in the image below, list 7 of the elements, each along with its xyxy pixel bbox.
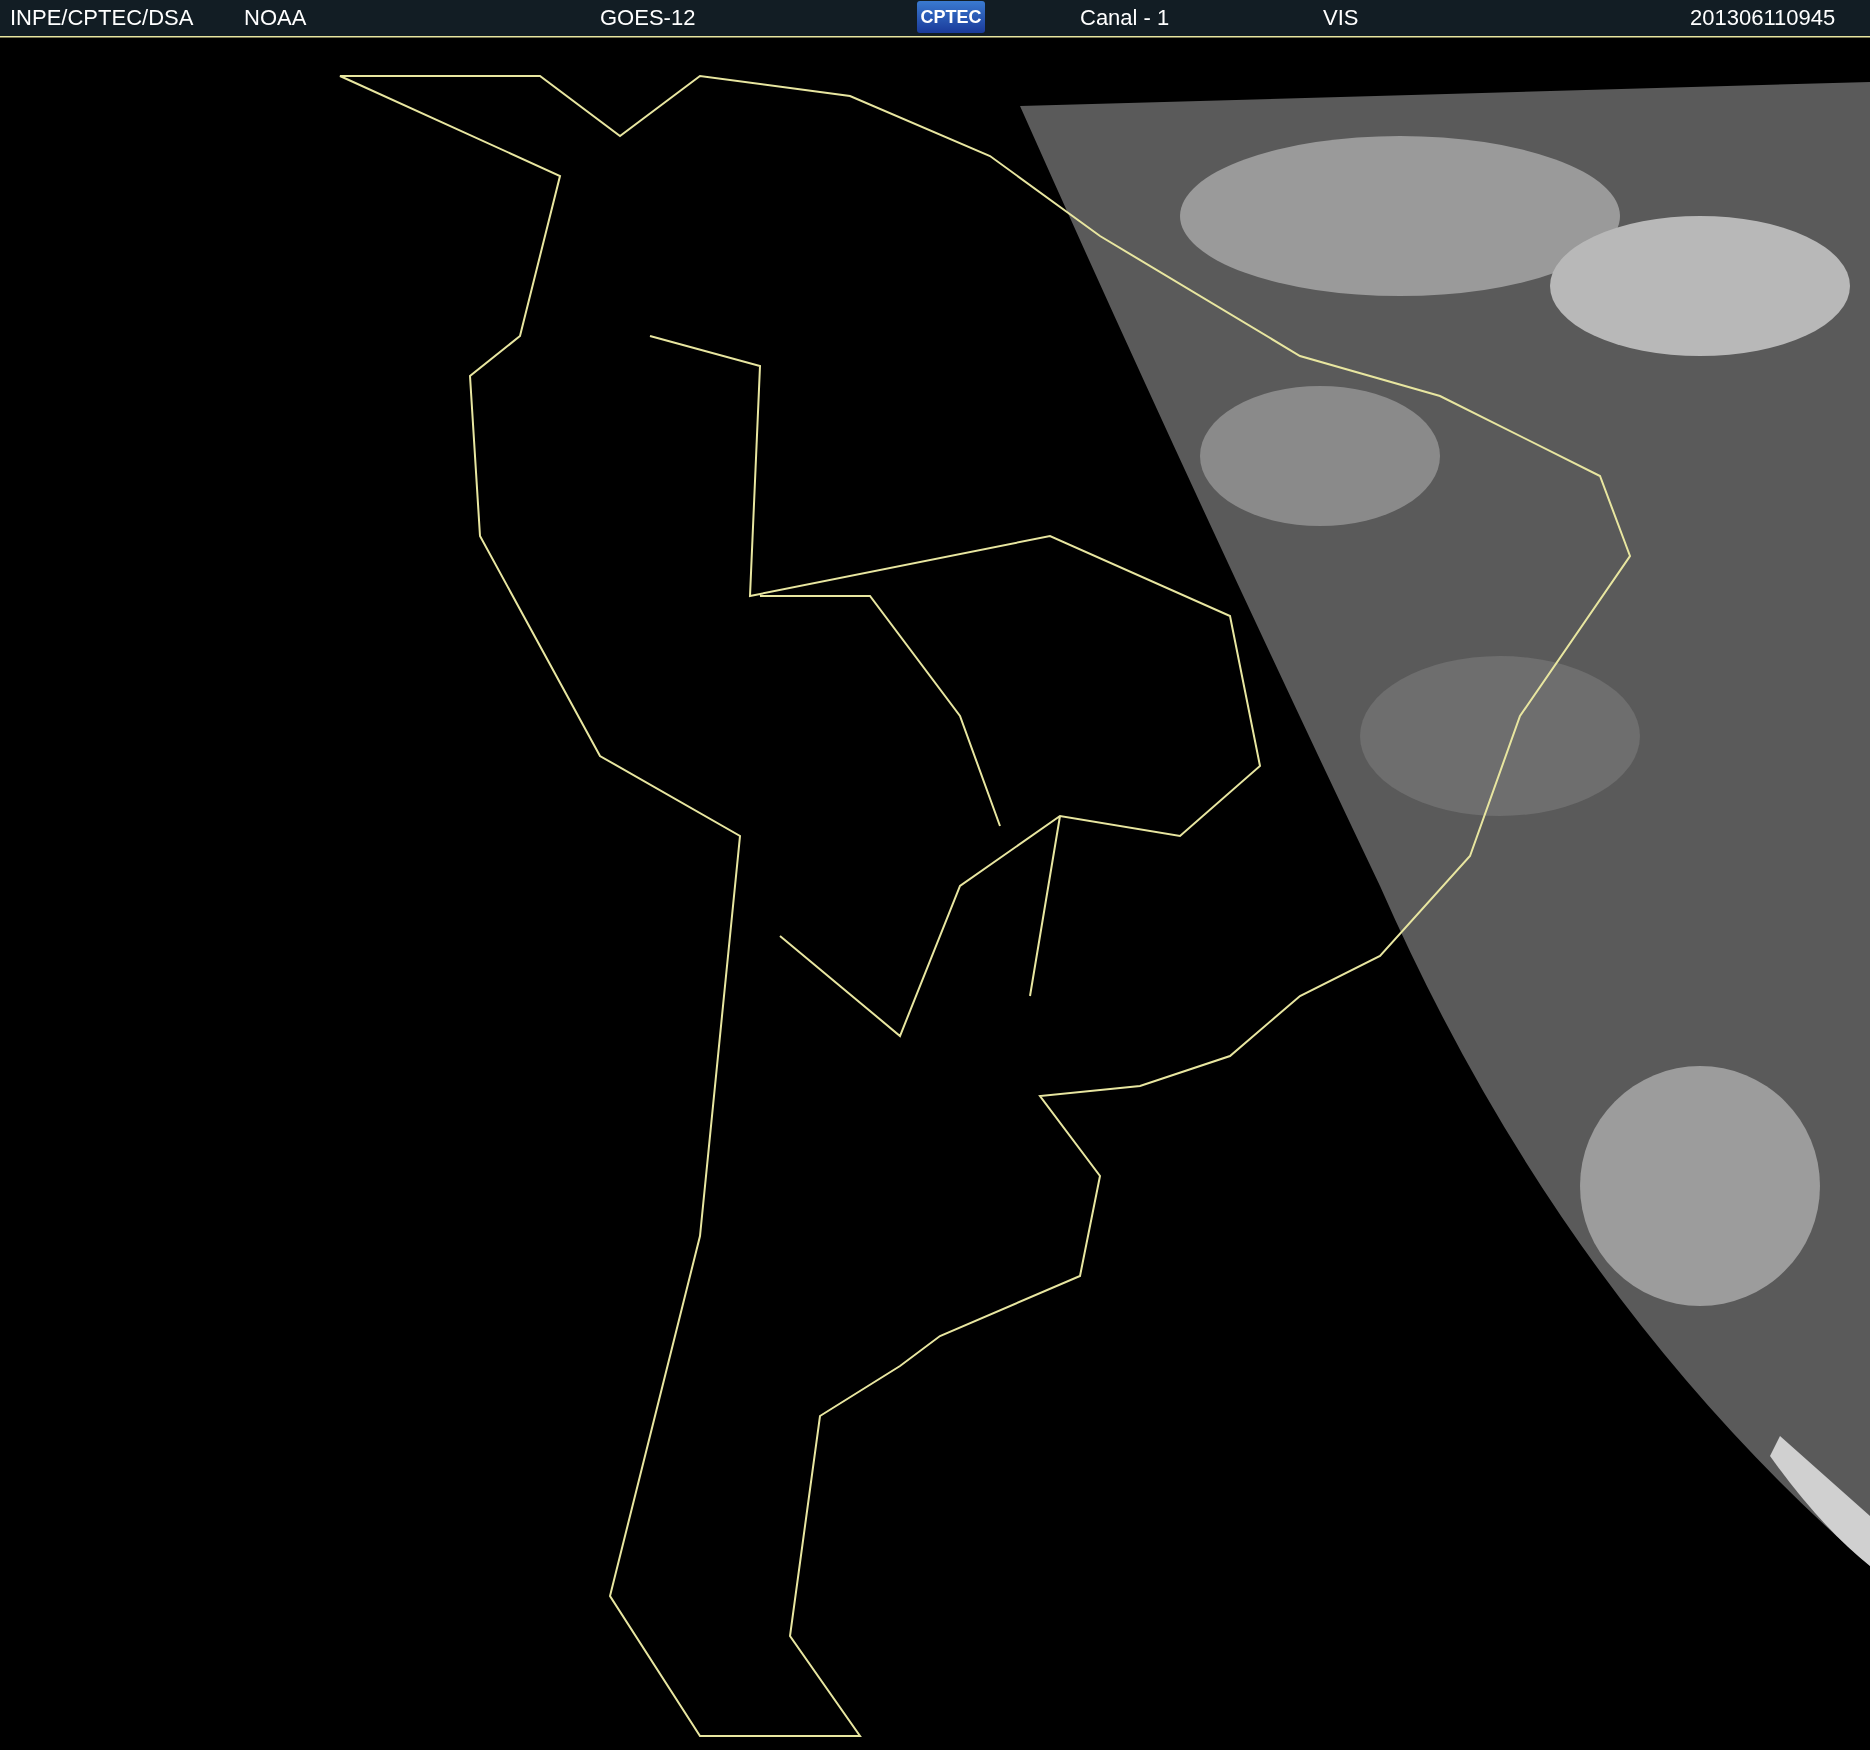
- header-text: 201306110945: [1690, 5, 1836, 31]
- header-text: Canal - 1: [1080, 5, 1170, 31]
- header-text: INPE/CPTEC/DSA: [10, 5, 194, 31]
- logo: CPTEC: [917, 1, 985, 33]
- header-text: VIS: [1323, 5, 1359, 31]
- header-text: NOAA: [244, 5, 307, 31]
- header-text: GOES-12: [600, 5, 696, 31]
